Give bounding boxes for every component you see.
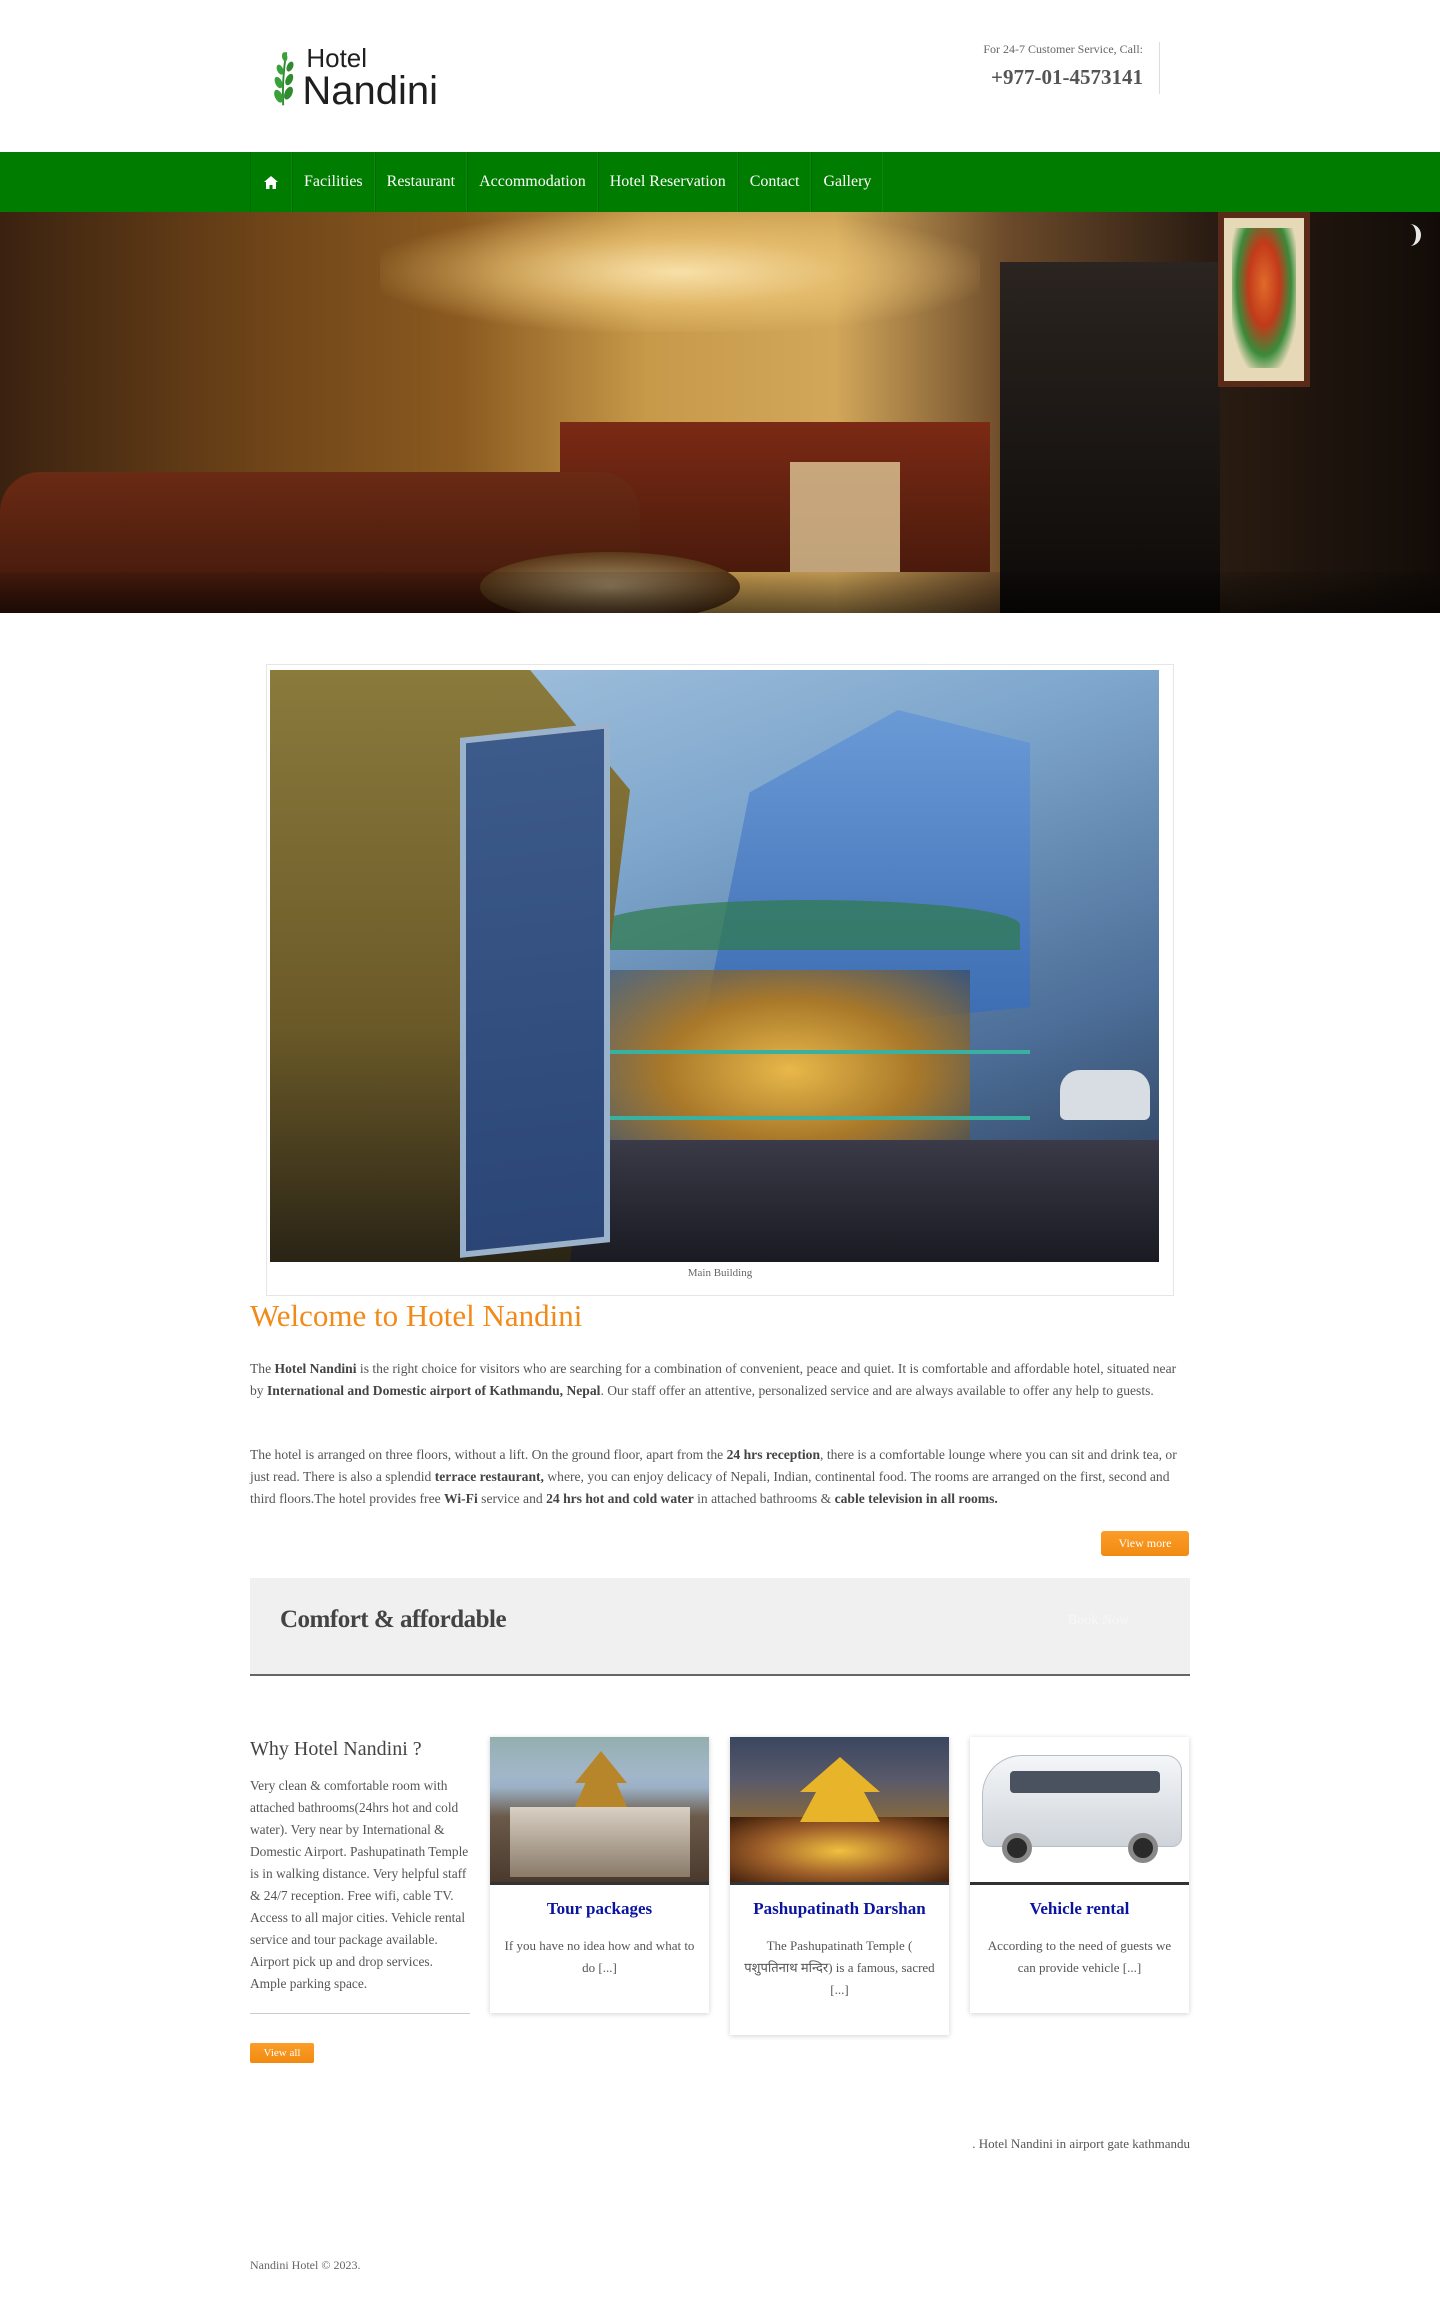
copyright-text: Nandini Hotel © 2023. — [250, 2258, 361, 2272]
card-text: According to the need of guests we can p… — [987, 1938, 1172, 1975]
hero-floor-shadow — [0, 572, 1440, 613]
main-building-photo[interactable] — [270, 670, 1159, 1262]
logo-text: Hotel Nandini — [302, 45, 438, 111]
welcome-paragraph-2: The hotel is arranged on three floors, w… — [250, 1444, 1190, 1510]
nav-items: Facilities Restaurant Accommodation Hote… — [250, 152, 884, 212]
home-icon — [264, 175, 278, 189]
card-title[interactable]: Vehicle rental — [970, 1899, 1189, 1919]
bold-segment: Wi-Fi — [444, 1491, 478, 1506]
site-header: Hotel Nandini For 24-7 Customer Service,… — [0, 0, 1440, 152]
view-all-button[interactable]: View all — [250, 2043, 314, 2063]
comfort-banner: Comfort & affordable Book Now — [250, 1578, 1190, 1676]
nav-item-hotel-reservation[interactable]: Hotel Reservation — [597, 152, 738, 212]
featured-photo-frame: Main Building — [266, 664, 1174, 1296]
logo-line-hotel: Hotel — [306, 43, 368, 73]
hotel-logo[interactable]: Hotel Nandini — [268, 38, 438, 118]
leaf-logo-icon — [274, 52, 294, 106]
nav-item-gallery[interactable]: Gallery — [811, 152, 884, 212]
vehicle-rental-image[interactable] — [970, 1737, 1189, 1885]
customer-service-contact: For 24-7 Customer Service, Call: +977-01… — [983, 42, 1160, 94]
photo-door — [460, 722, 610, 1258]
card-title[interactable]: Pashupatinath Darshan — [730, 1899, 949, 1919]
why-hotel-section: Why Hotel Nandini ? Very clean & comfort… — [250, 1738, 470, 2014]
text-segment: The — [250, 1361, 275, 1376]
image-van-wheel — [1002, 1833, 1032, 1863]
welcome-title: Welcome to Hotel Nandini — [250, 1298, 583, 1333]
photo-railing — [610, 1050, 1030, 1120]
bold-segment: terrace restaurant, — [434, 1469, 544, 1484]
text-segment: . Our staff offer an attentive, personal… — [600, 1383, 1154, 1398]
nav-item-contact[interactable]: Contact — [737, 152, 812, 212]
hero-ceiling-lights — [380, 212, 980, 332]
main-navigation: Facilities Restaurant Accommodation Hote… — [0, 152, 1440, 212]
bold-segment: International and Domestic airport of Ka… — [267, 1383, 601, 1398]
card-title[interactable]: Tour packages — [490, 1899, 709, 1919]
bold-segment: cable television in all rooms. — [834, 1491, 998, 1506]
image-lights — [730, 1817, 949, 1882]
image-van-wheel — [1128, 1833, 1158, 1863]
footer-tagline: . Hotel Nandini in airport gate kathmand… — [972, 2136, 1190, 2151]
why-text: Very clean & comfortable room with attac… — [250, 1775, 470, 2014]
hero-ganesh-figure — [1232, 228, 1296, 368]
card-text: If you have no idea how and what to do [… — [504, 1938, 695, 1975]
bold-segment: Hotel Nandini — [274, 1361, 357, 1376]
card-pashupatinath-darshan[interactable]: Pashupatinath Darshan The Pashupatinath … — [730, 1737, 949, 2035]
bold-segment: 24 hrs reception — [726, 1447, 821, 1462]
nav-item-restaurant[interactable]: Restaurant — [374, 152, 468, 212]
text-segment: The hotel is arranged on three floors, w… — [250, 1447, 727, 1462]
tour-packages-image[interactable] — [490, 1737, 709, 1885]
why-title: Why Hotel Nandini ? — [250, 1738, 422, 1760]
image-van-windows — [1010, 1771, 1160, 1793]
welcome-paragraph-1: The Hotel Nandini is the right choice fo… — [250, 1358, 1190, 1402]
photo-car — [1060, 1070, 1150, 1120]
card-vehicle-rental[interactable]: Vehicle rental According to the need of … — [970, 1737, 1189, 2013]
image-temple-buildings — [510, 1807, 690, 1877]
contact-phone[interactable]: +977-01-4573141 — [983, 65, 1143, 90]
photo-awning — [600, 900, 1020, 950]
text-segment: in attached bathrooms & — [693, 1491, 835, 1506]
view-more-button[interactable]: View more — [1101, 1531, 1189, 1556]
nav-item-accommodation[interactable]: Accommodation — [467, 152, 598, 212]
card-text: The Pashupatinath Temple ( पशुपतिनाथ मन्… — [744, 1938, 935, 1997]
book-now-button[interactable]: Book Now — [1068, 1613, 1129, 1629]
photo-caption: Main Building — [687, 1267, 753, 1279]
contact-label: For 24-7 Customer Service, Call: — [983, 42, 1143, 56]
hero-desk-panel — [790, 462, 900, 572]
logo-line-nandini: Nandini — [302, 69, 438, 113]
bold-segment: 24 hrs hot and cold water — [546, 1491, 694, 1506]
banner-title: Comfort & affordable — [280, 1606, 507, 1633]
hero-slider-image-lobby — [0, 212, 1440, 613]
pashupatinath-image[interactable] — [730, 1737, 949, 1885]
slider-next-icon[interactable] — [1410, 224, 1428, 246]
nav-item-home[interactable] — [250, 152, 292, 212]
hero-doorway — [1000, 262, 1220, 613]
nav-item-facilities[interactable]: Facilities — [292, 152, 375, 212]
text-segment: service and — [477, 1491, 547, 1506]
card-tour-packages[interactable]: Tour packages If you have no idea how an… — [490, 1737, 709, 2013]
